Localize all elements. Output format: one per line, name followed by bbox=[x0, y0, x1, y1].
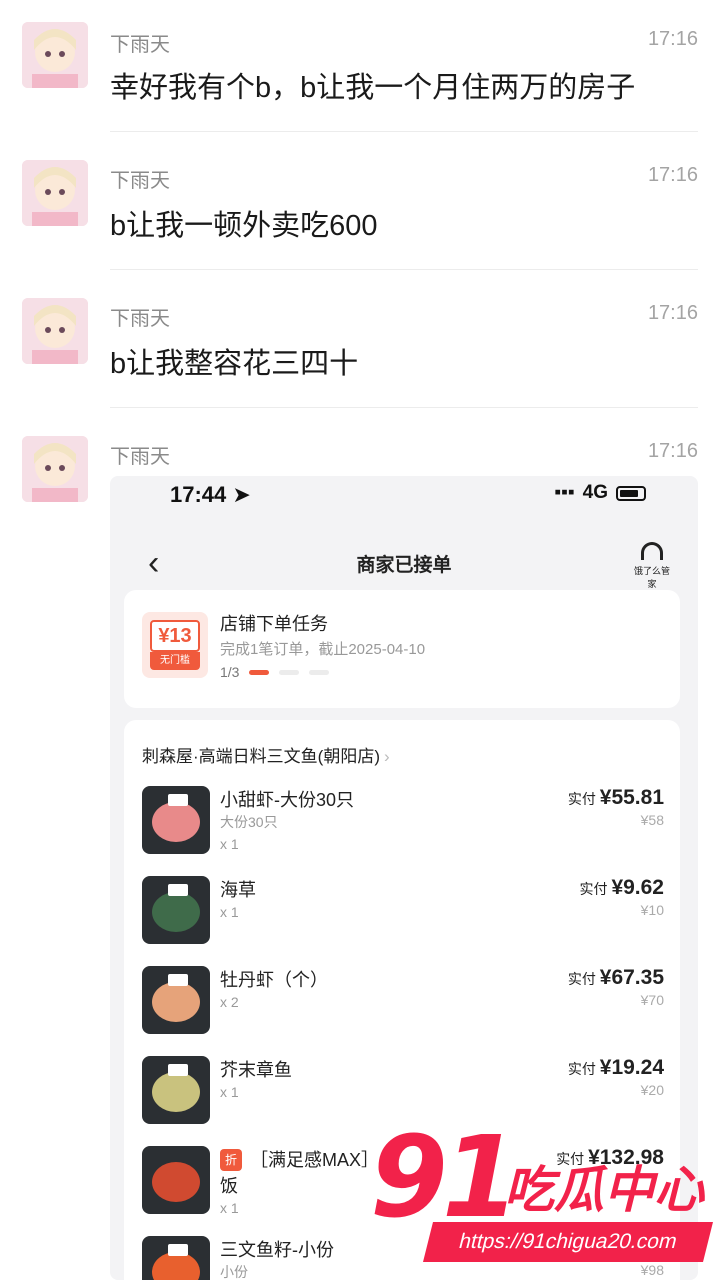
item-name: 牡丹虾（个） bbox=[220, 970, 328, 990]
item-thumbnail bbox=[142, 1236, 210, 1280]
item-qty: x 1 bbox=[220, 1084, 239, 1100]
avatar[interactable] bbox=[22, 22, 88, 88]
avatar[interactable] bbox=[22, 298, 88, 364]
item-original-price: ¥58 bbox=[640, 812, 664, 828]
item-qty: x 2 bbox=[220, 994, 239, 1010]
support-label: 饿了么管家 bbox=[633, 566, 670, 589]
divider bbox=[110, 407, 698, 408]
item-name-cont: 饭 bbox=[220, 1176, 238, 1196]
watermark-number: 91 bbox=[370, 1113, 520, 1243]
coupon-icon: ¥13 无门槛 bbox=[142, 612, 208, 678]
avatar[interactable] bbox=[22, 160, 88, 226]
avatar[interactable] bbox=[22, 436, 88, 502]
item-name: 海草 bbox=[220, 880, 256, 900]
support-button[interactable]: 饿了么管家 bbox=[630, 542, 674, 590]
order-item[interactable]: 海草 x 1 实付 ¥9.62 ¥10 bbox=[124, 876, 680, 956]
discount-badge: 折 bbox=[220, 1149, 242, 1171]
item-price: 实付 ¥19.24 bbox=[567, 1056, 664, 1079]
message-text: 幸好我有个b，b让我一个月住两万的房子 bbox=[110, 72, 636, 104]
item-name: 折 ［满足感MAX］ bbox=[220, 1146, 379, 1172]
watermark-logo: 91 吃瓜中心 https://91chigua20.com bbox=[370, 1122, 720, 1280]
item-price: 实付 ¥55.81 bbox=[567, 786, 664, 809]
network-type: 4G bbox=[582, 482, 608, 503]
item-qty: x 1 bbox=[220, 836, 239, 852]
message-time: 17:16 bbox=[647, 28, 698, 50]
item-original-price: ¥10 bbox=[640, 902, 664, 918]
item-thumbnail bbox=[142, 966, 210, 1034]
item-price: 实付 ¥9.62 bbox=[579, 876, 664, 899]
item-name: 小甜虾-大份30只 bbox=[220, 790, 355, 810]
item-thumbnail bbox=[142, 1146, 210, 1214]
headset-icon bbox=[641, 542, 663, 560]
sender-name: 下雨天 bbox=[110, 170, 170, 192]
message-text: b让我一顿外卖吃600 bbox=[110, 210, 378, 242]
message-time: 17:16 bbox=[647, 164, 698, 186]
divider bbox=[110, 269, 698, 270]
sender-name: 下雨天 bbox=[110, 308, 170, 330]
signal-icon: ▪▪▪ bbox=[554, 482, 575, 503]
divider bbox=[110, 131, 698, 132]
item-qty: x 1 bbox=[220, 904, 239, 920]
progress-segment bbox=[279, 669, 300, 675]
status-icons: ▪▪▪ 4G bbox=[554, 482, 646, 504]
task-progress-text: 1/3 bbox=[220, 664, 240, 680]
order-item[interactable]: 小甜虾-大份30只 大份30只 x 1 实付 ¥55.81 ¥58 bbox=[124, 786, 680, 866]
sender-name: 下雨天 bbox=[110, 34, 170, 56]
watermark-name: 吃瓜中心 bbox=[504, 1162, 704, 1218]
item-name: 三文鱼籽-小份 bbox=[220, 1240, 334, 1260]
item-original-price: ¥20 bbox=[640, 1082, 664, 1098]
shop-name-link[interactable]: 刺森屋·高端日料三文鱼(朝阳店) › bbox=[142, 742, 390, 767]
message-time: 17:16 bbox=[647, 440, 698, 462]
item-thumbnail bbox=[142, 876, 210, 944]
battery-icon bbox=[616, 485, 646, 501]
watermark-url: https://91chigua20.com bbox=[423, 1222, 713, 1262]
item-original-price: ¥70 bbox=[640, 992, 664, 1008]
location-arrow-icon: ➤ bbox=[232, 482, 251, 507]
task-card[interactable]: ¥13 无门槛 店铺下单任务 完成1笔订单，截止2025-04-10 1/3 bbox=[124, 590, 680, 708]
message-text: b让我整容花三四十 bbox=[110, 348, 359, 380]
item-qty: x 1 bbox=[220, 1200, 239, 1216]
item-price: 实付 ¥67.35 bbox=[567, 966, 664, 989]
task-subtitle: 完成1笔订单，截止2025-04-10 bbox=[220, 641, 426, 658]
task-progress: 1/3 bbox=[220, 664, 330, 680]
progress-segment bbox=[309, 669, 330, 675]
task-title: 店铺下单任务 bbox=[220, 614, 328, 634]
progress-segment bbox=[249, 669, 270, 675]
coupon-label: 无门槛 bbox=[150, 652, 200, 670]
item-thumbnail bbox=[142, 786, 210, 854]
chevron-right-icon: › bbox=[383, 747, 390, 766]
item-spec: 大份30只 bbox=[220, 814, 278, 830]
status-time: 17:44 ➤ bbox=[170, 482, 251, 507]
item-name: 芥末章鱼 bbox=[220, 1060, 292, 1080]
message-time: 17:16 bbox=[647, 302, 698, 324]
sender-name: 下雨天 bbox=[110, 446, 170, 468]
order-item[interactable]: 牡丹虾（个） x 2 实付 ¥67.35 ¥70 bbox=[124, 966, 680, 1046]
item-thumbnail bbox=[142, 1056, 210, 1124]
item-spec: 小份 bbox=[220, 1264, 248, 1280]
coupon-value: ¥13 bbox=[150, 620, 200, 652]
page-title: 商家已接单 bbox=[356, 555, 452, 576]
